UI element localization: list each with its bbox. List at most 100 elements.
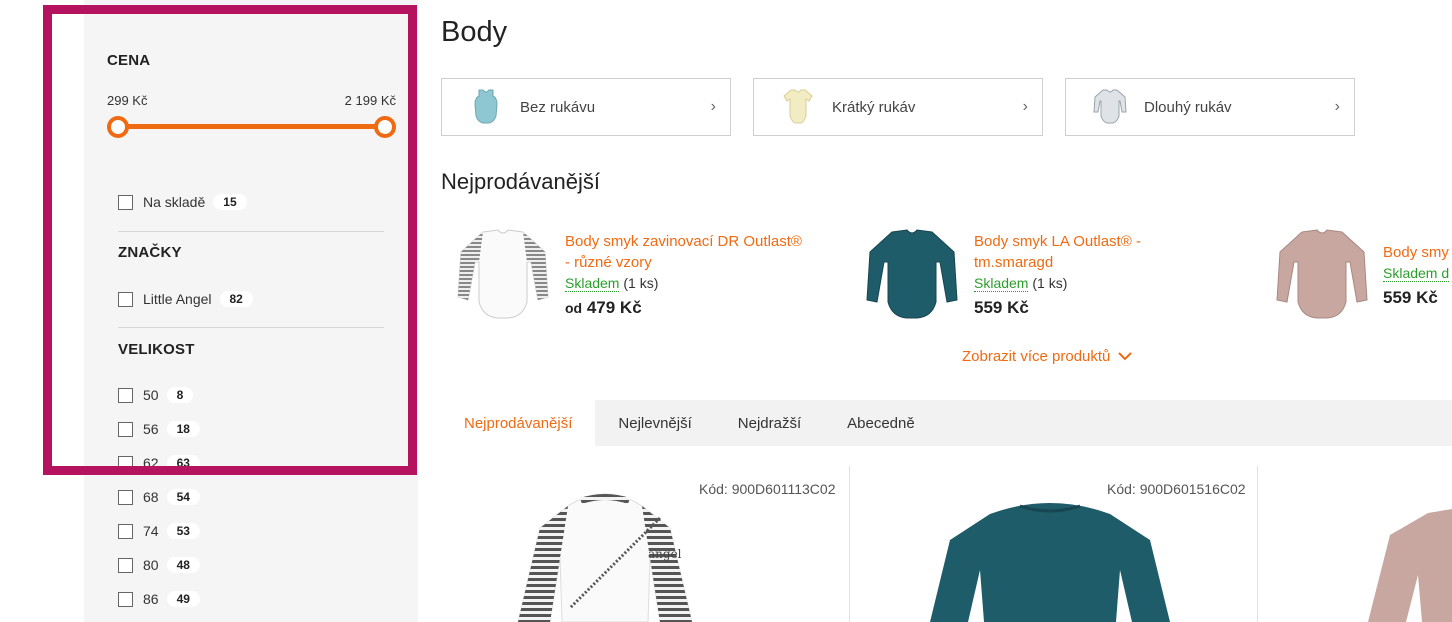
sleeveless-bodysuit-icon <box>466 87 506 127</box>
product-name-line: - různé vzory <box>565 254 652 271</box>
size-checkbox[interactable] <box>118 557 133 573</box>
product-grid-divider <box>849 466 850 622</box>
size-label: 68 <box>143 489 159 505</box>
page-title: Body <box>441 16 508 48</box>
in-stock-count: 15 <box>213 194 247 210</box>
product-code: Kód: 900D601516C02 <box>1107 481 1246 497</box>
show-more-products-link[interactable]: Zobrazit více produktů <box>962 348 1133 365</box>
size-filter-title: VELIKOST <box>118 341 195 358</box>
in-stock-checkbox[interactable] <box>118 194 133 210</box>
tab-bestselling[interactable]: Nejprodávanější <box>441 400 596 446</box>
bestsellers-title: Nejprodávanější <box>441 169 600 194</box>
brand-count: 82 <box>219 291 253 307</box>
size-checkbox[interactable] <box>118 523 133 539</box>
svg-text:angel: angel <box>648 547 682 561</box>
show-more-label: Zobrazit více produktů <box>962 348 1111 365</box>
size-checkbox[interactable] <box>118 591 133 607</box>
tab-most-expensive[interactable]: Nejdražší <box>715 400 824 446</box>
tab-cheapest[interactable]: Nejlevnější <box>595 400 714 446</box>
size-filter-item[interactable]: 80 48 <box>118 555 200 575</box>
size-filter-item[interactable]: 68 54 <box>118 487 200 507</box>
in-stock-label: Na skladě <box>143 194 206 210</box>
product-code: Kód: 900D601113C02 <box>699 481 836 497</box>
price-value: 479 Kč <box>586 298 642 317</box>
product-price: 559 Kč <box>974 298 1029 318</box>
price-max-label: 2 199 Kč <box>344 93 396 108</box>
product-name-line: Body smyk LA Outlast® - <box>974 233 1141 250</box>
product-image[interactable] <box>920 500 1180 622</box>
price-min-label: 299 Kč <box>107 93 148 108</box>
stock-qty: (1 ks) <box>1032 275 1068 291</box>
size-label: 86 <box>143 591 159 607</box>
product-name-line: Body smy <box>1383 244 1449 261</box>
category-label: Krátký rukáv <box>832 98 916 116</box>
in-stock-filter[interactable]: Na skladě 15 <box>118 192 247 212</box>
size-filter-item[interactable]: 62 63 <box>118 453 200 473</box>
size-checkbox[interactable] <box>118 421 133 437</box>
category-card-sleeveless[interactable]: Bez rukávu › <box>441 78 731 136</box>
size-checkbox[interactable] <box>118 455 133 471</box>
size-count: 8 <box>166 387 194 403</box>
short-sleeve-bodysuit-icon <box>778 87 818 127</box>
chevron-right-icon: › <box>1334 98 1340 115</box>
price-filter-title: CENA <box>107 52 151 69</box>
product-stock: Skladem (1 ks) <box>974 275 1068 292</box>
product-image[interactable] <box>453 222 553 322</box>
product-grid-divider <box>1257 466 1258 622</box>
sort-tabs: Nejprodávanější Nejlevnější Nejdražší Ab… <box>441 400 1452 446</box>
long-sleeve-bodysuit-icon <box>1090 87 1130 127</box>
size-count: 18 <box>166 421 200 437</box>
stock-qty: (1 ks) <box>623 275 659 291</box>
size-checkbox[interactable] <box>118 387 133 403</box>
product-name[interactable]: Body smyk LA Outlast® - tm.smaragd <box>974 231 1141 273</box>
brands-filter-title: ZNAČKY <box>118 244 182 261</box>
product-image[interactable] <box>862 222 962 322</box>
chevron-down-icon <box>1118 348 1133 365</box>
size-count: 49 <box>166 591 200 607</box>
price-value: 559 Kč <box>1383 288 1438 307</box>
tab-alphabetical[interactable]: Abecedně <box>824 400 938 446</box>
size-label: 74 <box>143 523 159 539</box>
size-count: 63 <box>166 455 200 471</box>
size-filter-item[interactable]: 74 53 <box>118 521 200 541</box>
stock-status: Skladem <box>565 275 620 292</box>
size-label: 80 <box>143 557 159 573</box>
brand-checkbox[interactable] <box>118 291 133 307</box>
price-slider-min-handle[interactable] <box>107 116 129 138</box>
category-label: Bez rukávu <box>520 98 596 116</box>
brand-filter-item[interactable]: Little Angel 82 <box>118 289 253 309</box>
size-filter-item[interactable]: 56 18 <box>118 419 200 439</box>
stock-status: Skladem <box>974 275 1029 292</box>
category-card-long-sleeve[interactable]: Dlouhý rukáv › <box>1065 78 1355 136</box>
product-stock: Skladem d <box>1383 265 1450 282</box>
category-card-short-sleeve[interactable]: Krátký rukáv › <box>753 78 1043 136</box>
product-price: 559 Kč <box>1383 288 1438 308</box>
product-image[interactable]: angel <box>510 488 700 622</box>
product-price: od 479 Kč <box>565 298 642 318</box>
size-filter-item[interactable]: 86 49 <box>118 589 200 609</box>
price-slider-track[interactable] <box>120 124 385 129</box>
filter-divider <box>118 231 384 232</box>
product-name[interactable]: Body smy <box>1383 242 1449 263</box>
size-label: 62 <box>143 455 159 471</box>
size-count: 53 <box>166 523 200 539</box>
product-name[interactable]: Body smyk zavinovací DR Outlast® - různé… <box>565 231 802 273</box>
stock-status: Skladem d <box>1383 265 1450 282</box>
category-label: Dlouhý rukáv <box>1144 98 1232 116</box>
size-checkbox[interactable] <box>118 489 133 505</box>
chevron-right-icon: › <box>1022 98 1028 115</box>
brand-label: Little Angel <box>143 291 212 307</box>
product-name-line: Body smyk zavinovací DR Outlast® <box>565 233 802 250</box>
size-count: 48 <box>166 557 200 573</box>
size-label: 50 <box>143 387 159 403</box>
price-slider-max-handle[interactable] <box>374 116 396 138</box>
size-label: 56 <box>143 421 159 437</box>
size-filter-item[interactable]: 50 8 <box>118 385 194 405</box>
product-image[interactable] <box>1272 222 1372 322</box>
product-name-line: tm.smaragd <box>974 254 1054 271</box>
product-stock: Skladem (1 ks) <box>565 275 659 292</box>
price-prefix: od <box>565 300 583 316</box>
size-count: 54 <box>166 489 200 505</box>
filter-divider <box>118 327 384 328</box>
product-image[interactable] <box>1330 505 1452 622</box>
